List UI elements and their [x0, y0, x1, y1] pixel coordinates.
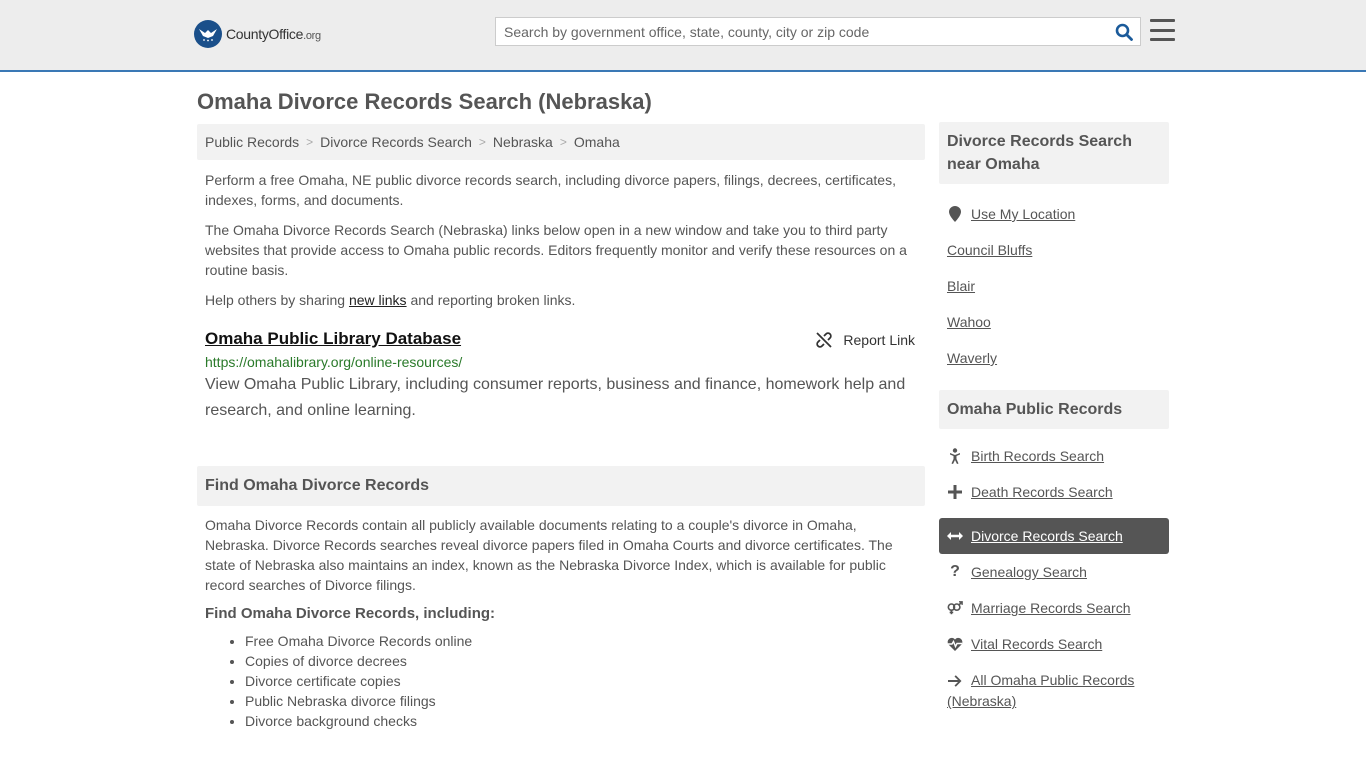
- records-item-marriage[interactable]: Marriage Records Search: [939, 590, 1169, 626]
- hamburger-menu-icon[interactable]: [1150, 19, 1175, 41]
- breadcrumb-separator-icon: >: [478, 135, 486, 149]
- records-link[interactable]: Birth Records Search: [971, 446, 1104, 466]
- intro-paragraph-3: Help others by sharing new links and rep…: [197, 290, 925, 310]
- nearby-link[interactable]: Wahoo: [947, 312, 991, 332]
- question-icon: ?: [950, 563, 960, 580]
- report-link-button[interactable]: Report Link: [815, 331, 915, 349]
- breadcrumb-separator-icon: >: [559, 135, 567, 149]
- records-item-vital[interactable]: Vital Records Search: [939, 626, 1169, 662]
- intro-paragraph-2: The Omaha Divorce Records Search (Nebras…: [205, 222, 907, 278]
- share-text-before: Help others by sharing: [205, 292, 349, 308]
- records-link[interactable]: Death Records Search: [971, 482, 1113, 502]
- share-text-after: and reporting broken links.: [406, 292, 576, 308]
- records-link-all-label: All Omaha Public Records (Nebraska): [947, 672, 1135, 710]
- sidebar: Divorce Records Search near Omaha Use My…: [939, 122, 1169, 711]
- baby-icon: [947, 446, 963, 466]
- records-item-genealogy[interactable]: ? Genealogy Search: [939, 554, 1169, 590]
- nearby-item-blair[interactable]: Blair: [939, 268, 1169, 304]
- records-heading: Omaha Public Records: [939, 390, 1169, 429]
- records-link[interactable]: Marriage Records Search: [971, 598, 1131, 618]
- nearby-item-waverly[interactable]: Waverly: [939, 340, 1169, 376]
- main-content: Public Records > Divorce Records Search …: [197, 124, 925, 731]
- records-item-birth[interactable]: Birth Records Search: [939, 446, 1169, 482]
- search-box: [495, 17, 1141, 46]
- find-section-body: Omaha Divorce Records contain all public…: [205, 517, 893, 593]
- nearby-heading: Divorce Records Search near Omaha: [939, 122, 1169, 184]
- records-item-death[interactable]: Death Records Search: [939, 482, 1169, 518]
- breadcrumb: Public Records > Divorce Records Search …: [197, 124, 925, 160]
- nearby-item-wahoo[interactable]: Wahoo: [939, 304, 1169, 340]
- breadcrumb-divorce-records[interactable]: Divorce Records Search: [320, 134, 472, 150]
- records-link-all[interactable]: All Omaha Public Records (Nebraska): [947, 670, 1161, 711]
- records-item-all[interactable]: All Omaha Public Records (Nebraska): [939, 662, 1169, 711]
- page-title: Omaha Divorce Records Search (Nebraska): [197, 89, 652, 114]
- intro-paragraph-1: Perform a free Omaha, NE public divorce …: [205, 172, 896, 208]
- breadcrumb-omaha[interactable]: Omaha: [574, 134, 620, 150]
- list-item: Divorce certificate copies: [245, 671, 925, 691]
- result-title-link[interactable]: Omaha Public Library Database: [205, 329, 461, 348]
- logo-org: .org: [303, 30, 321, 42]
- find-section-heading: Find Omaha Divorce Records: [197, 466, 925, 506]
- heartbeat-icon: [947, 634, 963, 654]
- gender-symbols-icon: [947, 598, 963, 618]
- logo-main: CountyOffice: [226, 26, 304, 42]
- search-icon: [1115, 23, 1133, 41]
- breadcrumb-nebraska[interactable]: Nebraska: [493, 134, 553, 150]
- result-card: Omaha Public Library Database Report Lin…: [197, 329, 925, 424]
- search-button[interactable]: [1108, 18, 1140, 45]
- cross-icon: [947, 482, 963, 502]
- find-section-subheading: Find Omaha Divorce Records, including:: [205, 605, 496, 622]
- site-logo[interactable]: CountyOffice.org: [194, 20, 321, 48]
- list-item: Free Omaha Divorce Records online: [245, 631, 925, 651]
- map-pin-icon: [947, 204, 963, 224]
- arrows-horizontal-icon: [947, 526, 963, 546]
- records-item-divorce[interactable]: Divorce Records Search: [939, 518, 1169, 554]
- breadcrumb-separator-icon: >: [306, 135, 314, 149]
- records-link[interactable]: Genealogy Search: [971, 562, 1087, 582]
- records-link[interactable]: Vital Records Search: [971, 634, 1102, 654]
- list-item: Copies of divorce decrees: [245, 651, 925, 671]
- records-link[interactable]: Divorce Records Search: [971, 526, 1123, 546]
- arrow-right-icon: [947, 671, 963, 691]
- nearby-item-council-bluffs[interactable]: Council Bluffs: [939, 232, 1169, 268]
- search-input[interactable]: [496, 18, 1108, 45]
- result-description: View Omaha Public Library, including con…: [205, 376, 906, 419]
- find-list: Free Omaha Divorce Records online Copies…: [197, 631, 925, 731]
- use-location-item[interactable]: Use My Location: [939, 196, 1169, 232]
- list-item: Divorce background checks: [245, 711, 925, 731]
- use-location-link[interactable]: Use My Location: [971, 204, 1075, 224]
- nearby-link[interactable]: Blair: [947, 276, 975, 296]
- new-links-link[interactable]: new links: [349, 292, 407, 308]
- site-header: CountyOffice.org: [0, 0, 1366, 72]
- breadcrumb-public-records[interactable]: Public Records: [205, 134, 299, 150]
- result-url[interactable]: https://omahalibrary.org/online-resource…: [205, 354, 917, 370]
- list-item: Public Nebraska divorce filings: [245, 691, 925, 711]
- broken-link-icon: [816, 332, 833, 348]
- logo-text: CountyOffice.org: [226, 26, 321, 42]
- eagle-logo-icon: [194, 20, 222, 48]
- nearby-link[interactable]: Council Bluffs: [947, 240, 1032, 260]
- nearby-link[interactable]: Waverly: [947, 348, 997, 368]
- report-link-label: Report Link: [843, 332, 915, 348]
